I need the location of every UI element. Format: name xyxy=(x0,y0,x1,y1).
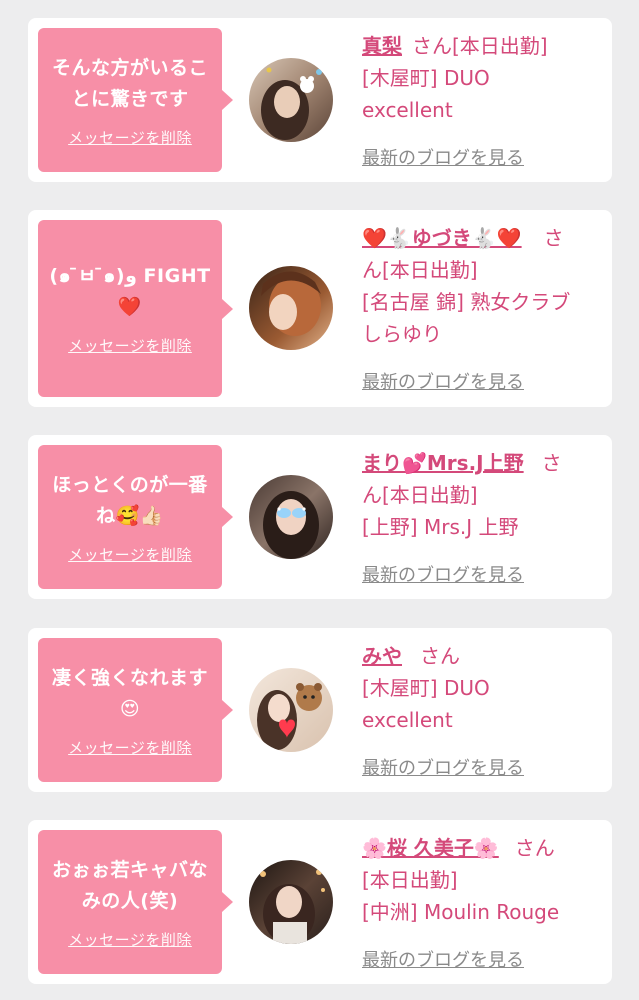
message-line: みの人(笑) xyxy=(81,889,179,912)
message-text: ほっとくのが一番 ね🥰👍🏻 xyxy=(52,470,207,532)
delete-message-link[interactable]: メッセージを削除 xyxy=(68,335,192,356)
girl-info: 🌸桜 久美子🌸 さん [本日出勤] [中洲] Moulin Rouge xyxy=(362,832,602,928)
message-line: ❤️ xyxy=(117,296,143,318)
message-text: (๑ ̄ㅂ ̄๑)ﻭ FIGHT ❤️ xyxy=(49,261,210,323)
message-card: (๑ ̄ㅂ ̄๑)ﻭ FIGHT ❤️ メッセージを削除 ❤️🐇ゆづき🐇❤️ さ … xyxy=(28,210,612,407)
girl-info: ❤️🐇ゆづき🐇❤️ さ ん[本日出勤] [名古屋 錦] 熟女クラブ しらゆり xyxy=(362,222,602,350)
girl-name-link[interactable]: 🌸桜 久美子🌸 xyxy=(362,836,499,860)
shop-line: [木屋町] DUO xyxy=(362,66,490,90)
message-bubble: (๑ ̄ㅂ ̄๑)ﻭ FIGHT ❤️ メッセージを削除 xyxy=(38,220,233,397)
delete-message-link[interactable]: メッセージを削除 xyxy=(68,544,192,565)
message-line: おぉぉ若キャバな xyxy=(51,858,208,881)
girl-name-link[interactable]: 真梨 xyxy=(362,34,402,58)
shop-line: [木屋町] DUO xyxy=(362,676,490,700)
status-label: [本日出勤] xyxy=(362,868,458,892)
message-bubble: 凄く強くなれます 😍 メッセージを削除 xyxy=(38,638,233,782)
status-label: ん[本日出勤] xyxy=(362,483,478,507)
girl-info: 真梨 さん[本日出勤] [木屋町] DUO excellent xyxy=(362,30,602,126)
message-bubble: ほっとくのが一番 ね🥰👍🏻 メッセージを削除 xyxy=(38,445,233,589)
shop-line: しらゆり xyxy=(362,322,442,346)
message-text: おぉぉ若キャバな みの人(笑) xyxy=(52,855,208,917)
girl-info: まり💕Mrs.J上野さ ん[本日出勤] [上野] Mrs.J 上野 xyxy=(362,447,602,543)
latest-blog-link[interactable]: 最新のブログを見る xyxy=(362,946,524,972)
message-card: おぉぉ若キャバな みの人(笑) メッセージを削除 🌸桜 久美子🌸 さん [本日出… xyxy=(28,820,612,984)
delete-message-link[interactable]: メッセージを削除 xyxy=(68,127,192,148)
avatar[interactable] xyxy=(249,475,333,559)
message-line: (๑ ̄ㅂ ̄๑)ﻭ FIGHT xyxy=(49,265,211,287)
honorific: さ xyxy=(541,451,562,475)
message-card: ほっとくのが一番 ね🥰👍🏻 メッセージを削除 まり💕Mrs.J上野さ ん[本日出… xyxy=(28,435,612,599)
shop-line: excellent xyxy=(362,708,453,732)
latest-blog-link[interactable]: 最新のブログを見る xyxy=(362,368,524,394)
shop-line: [名古屋 錦] 熟女クラブ xyxy=(362,290,571,314)
message-line: ほっとくのが一番 xyxy=(52,473,208,496)
avatar[interactable] xyxy=(249,668,333,752)
status-label: ん[本日出勤] xyxy=(362,258,478,282)
latest-blog-link[interactable]: 最新のブログを見る xyxy=(362,754,524,780)
delete-message-link[interactable]: メッセージを削除 xyxy=(68,737,192,758)
girl-name-link[interactable]: みや xyxy=(362,644,402,668)
message-card: 凄く強くなれます 😍 メッセージを削除 みや さん [木屋町] DUO exce… xyxy=(28,628,612,792)
honorific: さん xyxy=(514,836,555,860)
message-line: ね🥰👍🏻 xyxy=(96,504,164,527)
girl-info: みや さん [木屋町] DUO excellent xyxy=(362,640,602,736)
shop-line: excellent xyxy=(362,98,453,122)
honorific: さん xyxy=(412,34,452,58)
message-line: そんな方がいるこ xyxy=(51,56,208,79)
avatar[interactable] xyxy=(249,266,333,350)
message-text: そんな方がいるこ とに驚きです xyxy=(52,53,208,115)
avatar[interactable] xyxy=(249,58,333,142)
message-line: 😍 xyxy=(119,697,141,720)
message-text: 凄く強くなれます 😍 xyxy=(52,663,208,725)
message-card: そんな方がいるこ とに驚きです メッセージを削除 真梨 さん[本日出勤] [木屋… xyxy=(28,18,612,182)
honorific: さん xyxy=(420,644,460,668)
message-line: とに驚きです xyxy=(71,87,189,110)
avatar[interactable] xyxy=(249,860,333,944)
latest-blog-link[interactable]: 最新のブログを見る xyxy=(362,144,524,170)
delete-message-link[interactable]: メッセージを削除 xyxy=(68,929,192,950)
girl-name-link[interactable]: ❤️🐇ゆづき🐇❤️ xyxy=(362,226,522,250)
message-bubble: おぉぉ若キャバな みの人(笑) メッセージを削除 xyxy=(38,830,233,974)
message-bubble: そんな方がいるこ とに驚きです メッセージを削除 xyxy=(38,28,233,172)
honorific: さ xyxy=(543,226,564,250)
message-line: 凄く強くなれます xyxy=(51,666,208,689)
shop-line: [中洲] Moulin Rouge xyxy=(362,900,560,924)
latest-blog-link[interactable]: 最新のブログを見る xyxy=(362,561,524,587)
girl-name-link[interactable]: まり💕Mrs.J上野 xyxy=(362,451,524,475)
shop-line: [上野] Mrs.J 上野 xyxy=(362,515,519,539)
status-label: [本日出勤] xyxy=(452,34,548,58)
